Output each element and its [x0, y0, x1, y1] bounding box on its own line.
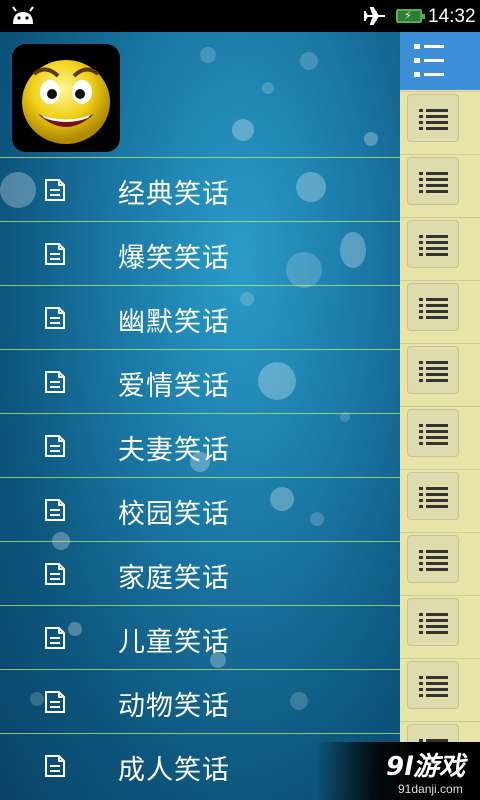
sidebar-list-button[interactable]	[407, 157, 459, 205]
sidebar-divider	[400, 280, 480, 281]
watermark: 9l游戏 91danji.com	[316, 742, 480, 800]
sidebar-divider	[400, 469, 480, 470]
list-menu-icon	[414, 44, 444, 77]
android-icon	[12, 6, 34, 24]
document-icon	[45, 499, 65, 521]
menu-item-label: 夫妻笑话	[118, 435, 230, 466]
menu-item-label: 家庭笑话	[118, 563, 230, 594]
document-icon	[45, 755, 65, 777]
sidebar-divider	[400, 595, 480, 596]
menu-item-label: 幽默笑话	[118, 307, 230, 338]
app-logo[interactable]	[12, 44, 120, 152]
sidebar-list-button[interactable]	[407, 409, 459, 457]
sidebar-list-button[interactable]	[407, 220, 459, 268]
menu-item-children[interactable]: 儿童笑话	[0, 605, 400, 669]
menu-item-family[interactable]: 家庭笑话	[0, 541, 400, 605]
sidebar-list-button[interactable]	[407, 661, 459, 709]
status-time: 14:32	[428, 6, 476, 27]
document-icon	[45, 627, 65, 649]
sidebar-divider	[400, 91, 480, 92]
sidebar-divider	[400, 217, 480, 218]
menu-item-label: 儿童笑话	[118, 627, 230, 658]
list-menu-icon	[419, 361, 448, 382]
list-menu-icon	[419, 235, 448, 256]
menu-item-label: 成人笑话	[118, 755, 230, 786]
menu-item-label: 爱情笑话	[118, 371, 230, 402]
sidebar-list-button[interactable]	[407, 535, 459, 583]
menu-item-label: 经典笑话	[118, 179, 230, 210]
sidebar-list-button[interactable]	[407, 94, 459, 142]
document-icon	[45, 563, 65, 585]
sidebar-divider	[400, 532, 480, 533]
sidebar-list-button[interactable]	[407, 472, 459, 520]
document-icon	[45, 691, 65, 713]
document-icon	[45, 435, 65, 457]
list-menu-icon	[419, 487, 448, 508]
menu-item-classic[interactable]: 经典笑话	[0, 157, 400, 221]
menu-item-hilarious[interactable]: 爆笑笑话	[0, 221, 400, 285]
menu-item-label: 校园笑话	[118, 499, 230, 530]
document-icon	[45, 307, 65, 329]
right-sidebar	[400, 32, 480, 800]
main-panel: 经典笑话 爆笑笑话 幽默笑话 爱情笑话 夫妻笑话 校园笑话 家庭笑话 儿童笑话	[0, 32, 400, 800]
menu-item-campus[interactable]: 校园笑话	[0, 477, 400, 541]
sidebar-list-button[interactable]	[407, 346, 459, 394]
sidebar-divider	[400, 658, 480, 659]
list-menu-icon	[419, 109, 448, 130]
sidebar-divider	[400, 343, 480, 344]
menu-item-label: 动物笑话	[118, 691, 230, 722]
airplane-mode-icon	[364, 7, 385, 25]
list-menu-icon	[419, 424, 448, 445]
document-icon	[45, 243, 65, 265]
smiley-face-icon	[22, 60, 110, 144]
menu-item-humor[interactable]: 幽默笑话	[0, 285, 400, 349]
category-list: 经典笑话 爆笑笑话 幽默笑话 爱情笑话 夫妻笑话 校园笑话 家庭笑话 儿童笑话	[0, 157, 400, 800]
menu-item-couple[interactable]: 夫妻笑话	[0, 413, 400, 477]
list-menu-icon	[419, 613, 448, 634]
sidebar-divider	[400, 154, 480, 155]
menu-item-love[interactable]: 爱情笑话	[0, 349, 400, 413]
sidebar-divider	[400, 406, 480, 407]
drawer-toggle-button[interactable]	[400, 32, 480, 90]
list-menu-icon	[419, 172, 448, 193]
sidebar-list-button[interactable]	[407, 283, 459, 331]
list-menu-icon	[419, 676, 448, 697]
list-menu-icon	[419, 550, 448, 571]
document-icon	[45, 179, 65, 201]
document-icon	[45, 371, 65, 393]
battery-charging-icon: ⚡	[396, 9, 425, 23]
sidebar-divider	[400, 721, 480, 722]
menu-item-label: 爆笑笑话	[118, 243, 230, 274]
menu-item-animal[interactable]: 动物笑话	[0, 669, 400, 733]
watermark-brand: 9l游戏	[386, 752, 466, 782]
watermark-site: 91danji.com	[398, 782, 463, 796]
status-bar: ⚡ 14:32	[0, 0, 480, 32]
sidebar-list-button[interactable]	[407, 598, 459, 646]
list-menu-icon	[419, 298, 448, 319]
